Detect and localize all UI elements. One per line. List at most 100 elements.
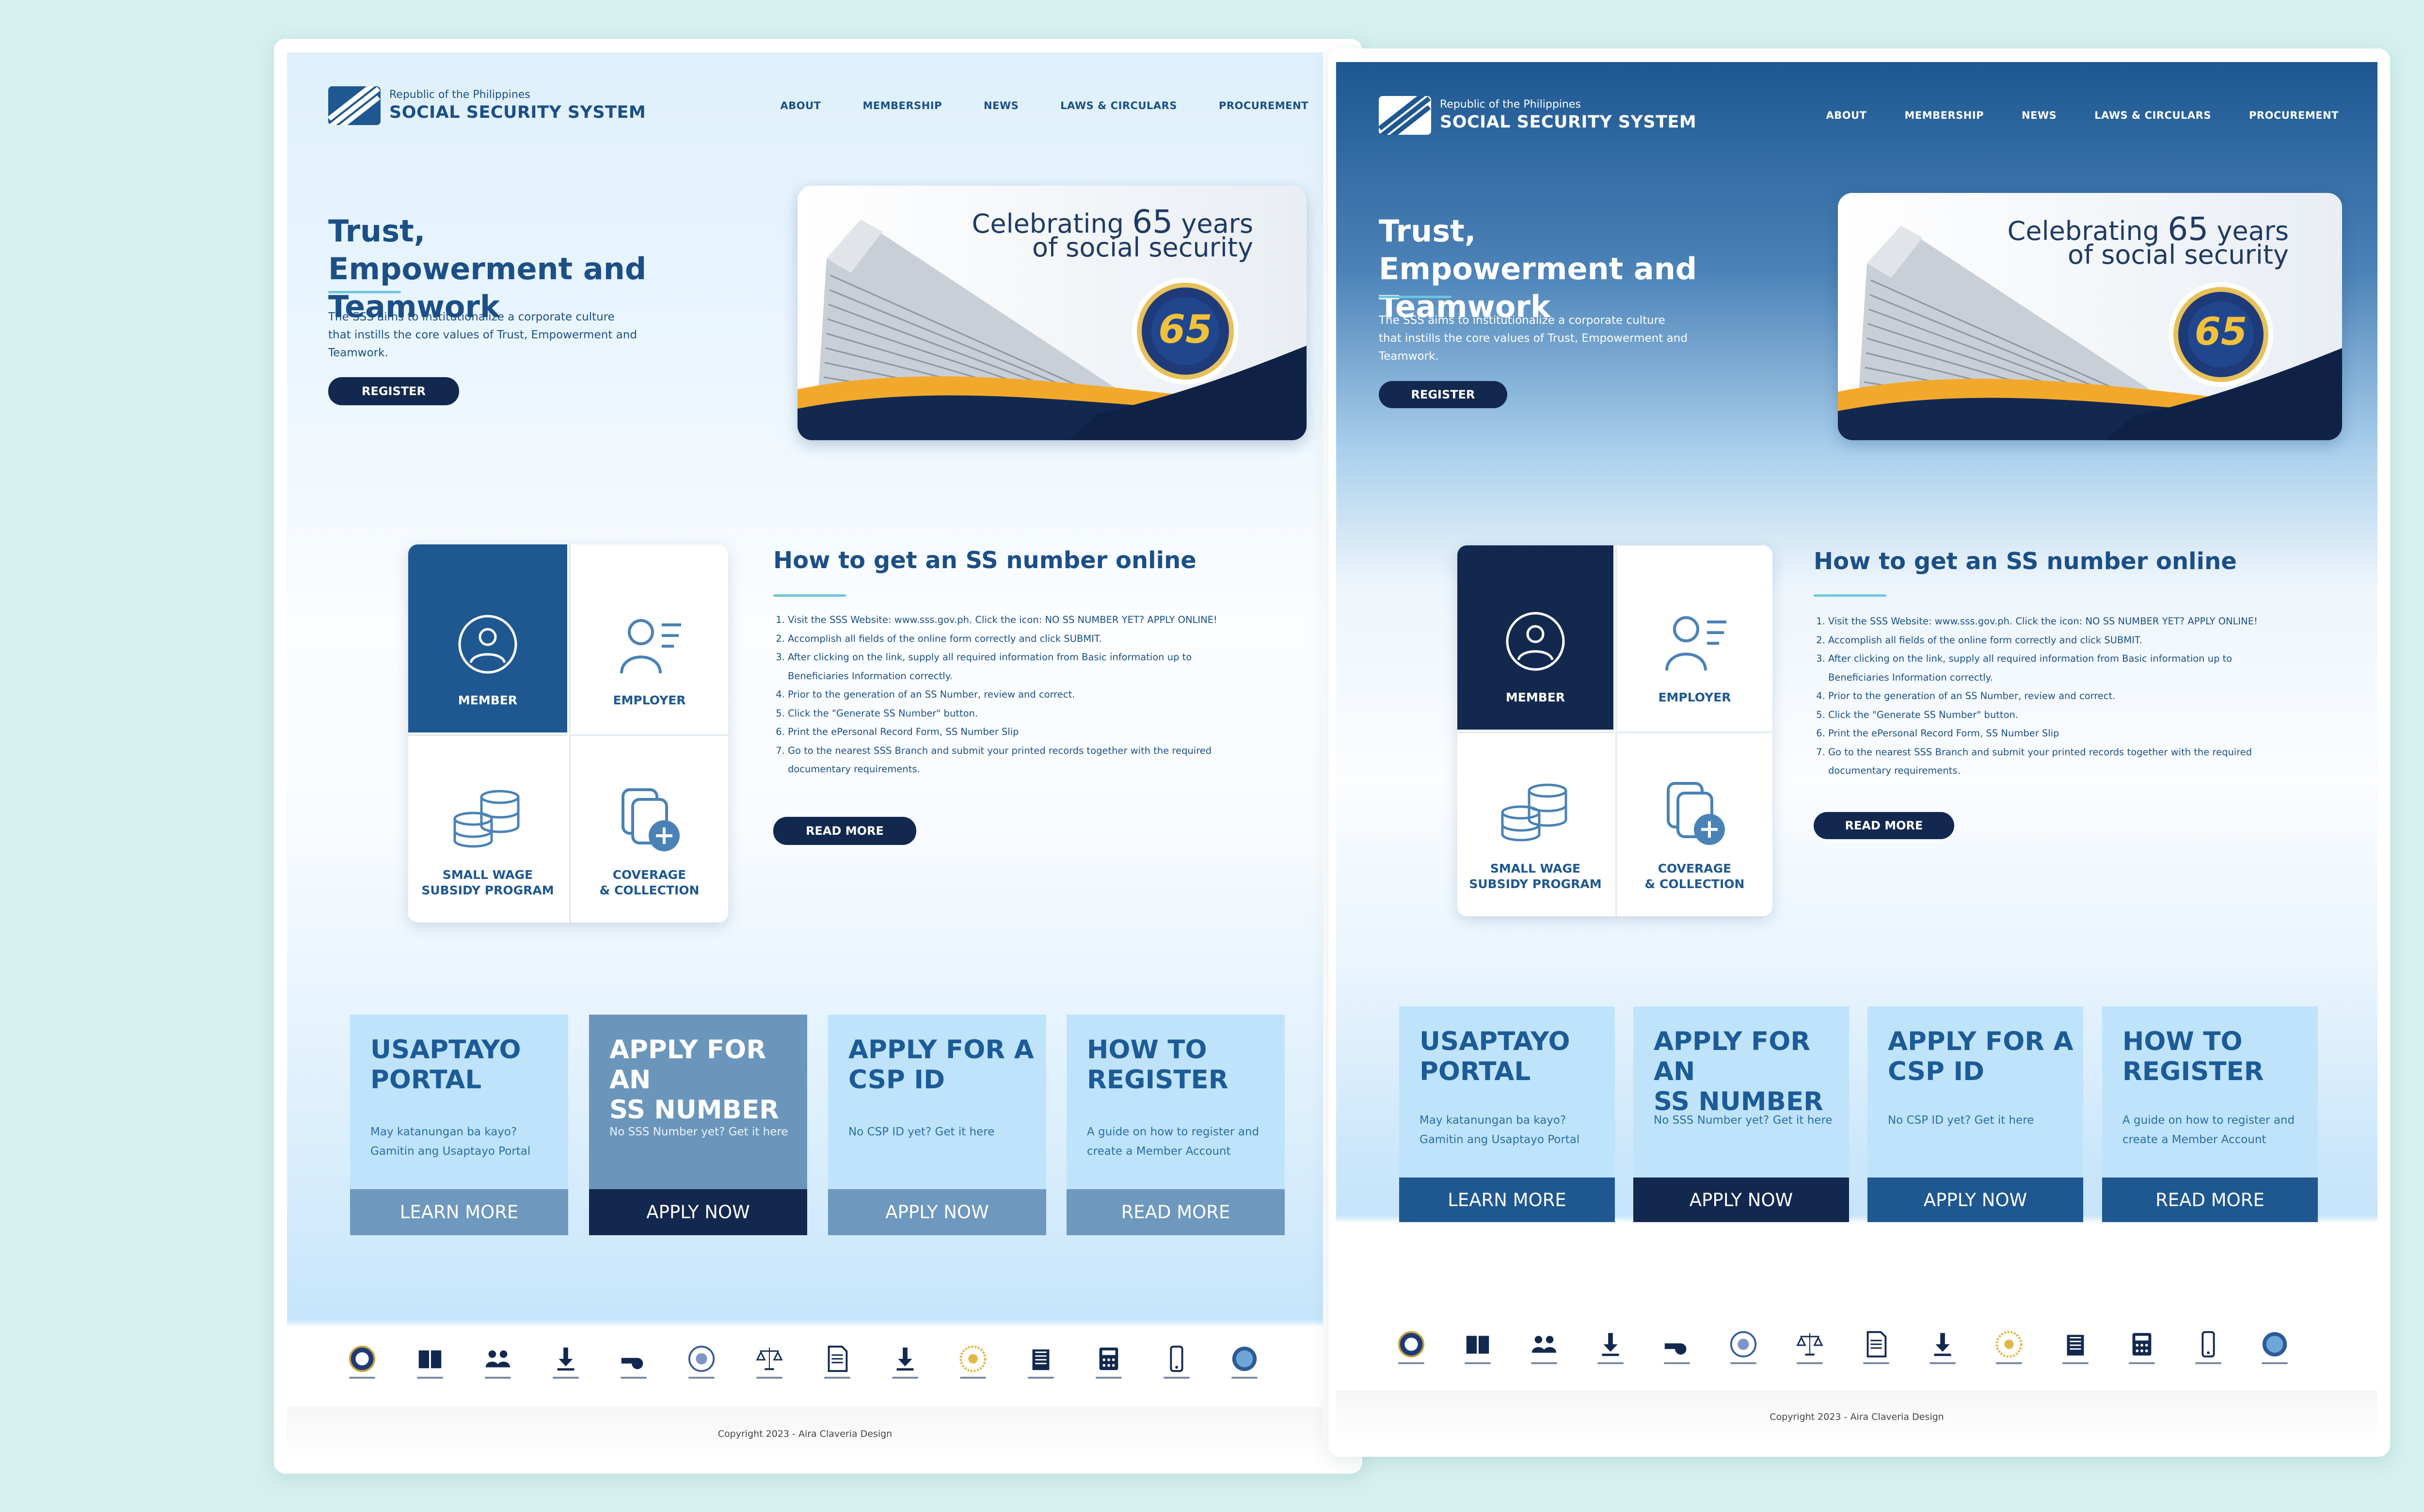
hero-description: The SSS aims to institutionalize a corpo… [328,311,637,359]
logo-title: SOCIAL SECURITY SYSTEM [1440,112,1697,132]
footer-link-caption [1664,1362,1690,1364]
footer-link-caption [892,1377,918,1379]
footer-link[interactable] [1591,1325,1630,1369]
footer-link-caption [1730,1362,1756,1364]
people-icon [485,1350,510,1368]
hero-divider [1379,296,1451,298]
step-item: Prior to the generation of an SS Number,… [788,685,1234,704]
nav-laws-circulars[interactable]: LAWS & CIRCULARS [2094,110,2211,121]
footer-link[interactable] [818,1339,857,1383]
footer-link[interactable] [1525,1325,1563,1369]
footer-link[interactable] [682,1339,721,1383]
service-employer[interactable]: EMPLOYER [1615,545,1772,730]
service-employer[interactable]: EMPLOYER [569,544,728,732]
badge-icon [688,1345,715,1372]
service-member[interactable]: MEMBER [408,544,567,732]
footer-link[interactable] [478,1339,517,1383]
card-usaptayo-portal: USAPTAYO PORTAL May katanungan ba kayo? … [350,1015,568,1235]
nav-procurement[interactable]: PROCUREMENT [1219,100,1308,111]
anniversary-banner[interactable]: Celebrating 65 years of social security … [797,186,1307,440]
site-header: Republic of the Philippines SOCIAL SECUR… [287,52,1323,178]
read-more-button[interactable]: READ MORE [773,817,916,845]
read-more-button[interactable]: READ MORE [1814,812,1954,839]
scales-icon [756,1347,783,1370]
footer-link[interactable] [1724,1325,1763,1369]
apply-now-button[interactable]: APPLY NOW [828,1189,1046,1235]
step-item: After clicking on the link, supply all r… [788,648,1234,685]
footer-link[interactable] [1157,1339,1196,1383]
apply-now-button[interactable]: APPLY NOW [1867,1178,2083,1222]
footer-link[interactable] [1021,1339,1060,1383]
building-icon [1032,1349,1050,1370]
nav-laws-circulars[interactable]: LAWS & CIRCULARS [1060,100,1177,111]
footer-link[interactable] [1990,1325,2028,1369]
step-item: Visit the SSS Website: www.sss.gov.ph. C… [1828,612,2265,631]
page-footer: Copyright 2023 - Aira Claveria Design [1336,1390,2377,1444]
read-more-button[interactable]: READ MORE [1067,1189,1285,1235]
document-icon [828,1345,848,1372]
footer-link[interactable] [1089,1339,1128,1383]
footer-link[interactable] [2255,1325,2294,1369]
nav-membership[interactable]: MEMBERSHIP [862,100,942,111]
nav-news[interactable]: NEWS [984,100,1019,111]
service-coverage-collection[interactable]: COVERAGE & COLLECTION [1615,732,1772,916]
footer-link[interactable] [1458,1325,1497,1369]
seal-icon [1398,1331,1425,1358]
footer-link-caption [1028,1377,1054,1379]
footer-link[interactable] [614,1339,653,1383]
apply-now-button[interactable]: APPLY NOW [1633,1178,1849,1222]
footer-link[interactable] [411,1339,449,1383]
footer-link[interactable] [886,1339,925,1383]
footer-link[interactable] [1658,1325,1696,1369]
nav-membership[interactable]: MEMBERSHIP [1904,110,1984,121]
footer-link[interactable] [1857,1325,1896,1369]
service-coverage-collection[interactable]: COVERAGE & COLLECTION [569,734,728,923]
footer-link[interactable] [1225,1339,1264,1383]
footer-link[interactable] [1790,1325,1829,1369]
sss-logo[interactable]: Republic of the Philippines SOCIAL SECUR… [1379,96,1696,135]
page-footer: Copyright 2023 - Aira Claveria Design [287,1407,1323,1461]
nav-news[interactable]: NEWS [2022,110,2057,121]
step-item: Go to the nearest SSS Branch and submit … [1828,743,2265,780]
footer-link[interactable] [1923,1325,1962,1369]
learn-more-button[interactable]: LEARN MORE [350,1189,568,1235]
whistle-icon [1664,1343,1687,1355]
step-item: Accomplish all fields of the online form… [788,630,1234,649]
footer-link[interactable] [750,1339,789,1383]
copyright-text: Copyright 2023 - Aira Claveria Design [1770,1412,1944,1422]
book-icon [1466,1336,1489,1354]
service-small-wage-subsidy[interactable]: SMALL WAGE SUBSIDY PROGRAM [408,734,567,923]
phone-icon [2201,1331,2215,1358]
footer-link[interactable] [343,1339,382,1383]
nav-about[interactable]: ABOUT [1826,110,1866,121]
footer-link-caption [756,1377,782,1379]
hero-divider [328,291,401,293]
footer-link-caption [2262,1362,2288,1364]
footer-link[interactable] [2122,1325,2161,1369]
footer-link[interactable] [2189,1325,2228,1369]
footer-link-caption [1231,1377,1258,1379]
apply-now-button[interactable]: APPLY NOW [589,1189,807,1235]
register-button[interactable]: REGISTER [328,377,459,405]
footer-link[interactable] [2056,1325,2095,1369]
footer-link-caption [1398,1362,1424,1364]
footer-link[interactable] [546,1339,585,1383]
sss-logo[interactable]: Republic of the Philippines SOCIAL SECUR… [328,86,646,125]
badge-icon [1730,1331,1757,1358]
footer-link-caption [1996,1362,2022,1364]
service-member[interactable]: MEMBER [1457,545,1613,730]
logo-subtitle: Republic of the Philippines [1440,98,1581,111]
learn-more-button[interactable]: LEARN MORE [1399,1178,1615,1222]
anniversary-banner[interactable]: Celebrating 65 years of social security … [1838,193,2342,440]
footer-link[interactable] [954,1339,992,1383]
register-button[interactable]: REGISTER [1379,381,1507,408]
nav-procurement[interactable]: PROCUREMENT [2249,110,2339,121]
calculator-icon [1099,1347,1118,1370]
card-how-to-register: HOW TO REGISTER A guide on how to regist… [2102,1006,2318,1222]
read-more-button[interactable]: READ MORE [2102,1178,2318,1222]
nav-about[interactable]: ABOUT [780,100,821,111]
page-dark-variant: Republic of the Philippines SOCIAL SECUR… [1336,62,2377,1444]
step-item: Go to the nearest SSS Branch and submit … [788,742,1234,779]
service-small-wage-subsidy[interactable]: SMALL WAGE SUBSIDY PROGRAM [1457,732,1613,916]
footer-link[interactable] [1392,1325,1431,1369]
